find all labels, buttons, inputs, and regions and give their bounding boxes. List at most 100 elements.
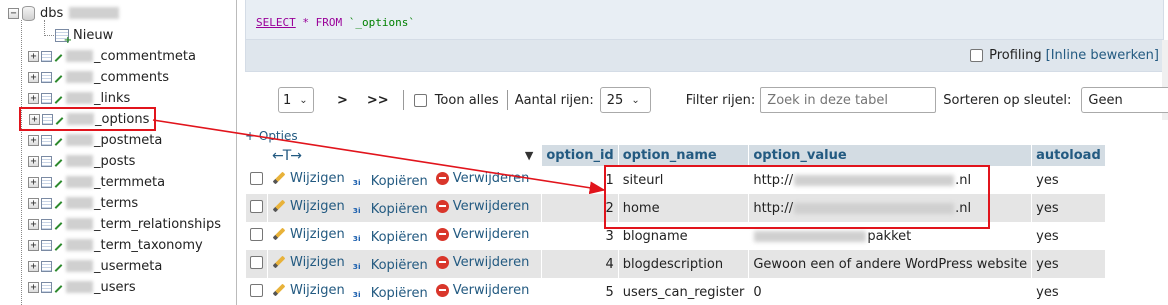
edit-button[interactable]: Wijzigen — [272, 171, 345, 186]
edit-button[interactable]: Wijzigen — [272, 283, 345, 298]
cell-option-id[interactable]: 1 — [541, 166, 619, 194]
copy-button[interactable]: ₃ᵢ Kopiëren — [353, 286, 428, 301]
expand-icon[interactable]: + — [28, 281, 39, 293]
expand-icon[interactable]: + — [28, 92, 39, 104]
column-autoload[interactable]: autoload — [1031, 145, 1106, 166]
profiling-checkbox[interactable] — [970, 49, 984, 62]
expand-icon[interactable]: + — [28, 239, 39, 251]
cell-option-value[interactable]: Gewoon een of andere WordPress website — [748, 250, 1033, 278]
inline-edit-link[interactable]: [Inline bewerken] — [1046, 48, 1159, 63]
sort-label: Sorteren op sleutel: — [943, 92, 1072, 108]
row-checkbox[interactable] — [250, 255, 263, 269]
cell-option-name[interactable]: siteurl — [617, 166, 750, 194]
table-node[interactable]: + _postmeta — [28, 130, 162, 150]
cell-option-id[interactable]: 3 — [541, 222, 619, 250]
options-link[interactable]: + Opties — [245, 129, 298, 143]
table-node[interactable]: + _term_taxonomy — [28, 235, 203, 255]
table-node[interactable]: + _users — [28, 277, 136, 297]
sort-down-icon[interactable]: ▼ — [525, 149, 533, 162]
row-checkbox[interactable] — [250, 171, 263, 185]
new-table-node[interactable]: Nieuw — [55, 25, 113, 45]
edit-button[interactable]: Wijzigen — [272, 199, 345, 214]
expand-icon[interactable]: + — [28, 218, 39, 230]
edit-label: Wijzigen — [290, 170, 345, 186]
cell-option-id[interactable]: 4 — [541, 250, 619, 278]
row-checkbox[interactable] — [250, 199, 263, 213]
cell-option-id[interactable]: 5 — [541, 278, 619, 305]
redacted-value — [754, 230, 867, 242]
divider — [402, 90, 404, 110]
collapse-icon[interactable]: − — [8, 7, 19, 19]
filter-input[interactable]: Zoek in deze tabel — [760, 87, 937, 113]
expand-icon[interactable]: + — [28, 176, 39, 188]
cell-autoload[interactable]: yes — [1031, 194, 1106, 222]
new-table-label: Nieuw — [73, 27, 114, 43]
expand-icon[interactable]: + — [28, 197, 39, 209]
delete-icon — [435, 284, 449, 298]
table-node[interactable]: + _comments — [28, 67, 169, 87]
show-all-checkbox[interactable] — [413, 93, 427, 107]
table-icon — [41, 155, 64, 167]
show-all-label: Toon alles — [434, 92, 499, 108]
db-node[interactable]: − dbs — [8, 3, 120, 23]
cell-option-name[interactable]: blogdescription — [617, 250, 750, 278]
column-option-name[interactable]: option_name — [617, 145, 750, 166]
delete-label: Verwijderen — [452, 283, 530, 299]
chevron-down-icon: ⌄ — [631, 94, 640, 106]
redacted-prefix — [66, 197, 93, 209]
expand-icon[interactable]: + — [28, 155, 39, 167]
table-node[interactable]: + _term_relationships — [28, 214, 221, 234]
table-node[interactable]: + _terms — [28, 193, 138, 213]
table-node[interactable]: + _usermeta — [28, 256, 162, 276]
delete-button[interactable]: Verwijderen — [435, 283, 530, 299]
cell-option-name[interactable]: home — [617, 194, 750, 222]
column-option-value[interactable]: option_value — [748, 145, 1033, 166]
last-page-button[interactable]: >> — [367, 93, 389, 108]
copy-button[interactable]: ₃ᵢ Kopiëren — [353, 258, 428, 273]
column-resize-arrows-icon[interactable]: ←T→ — [272, 148, 302, 164]
sort-select[interactable]: Geen — [1081, 87, 1168, 113]
cell-autoload[interactable]: yes — [1031, 222, 1106, 250]
table-node[interactable]: + _posts — [28, 151, 135, 171]
table-node[interactable]: + _termmeta — [28, 172, 165, 192]
rows-select[interactable]: 25 ⌄ — [599, 87, 651, 113]
cell-option-value[interactable]: pakket — [748, 222, 1033, 250]
expand-icon[interactable]: + — [28, 134, 39, 146]
db-name: dbs — [40, 5, 64, 21]
cell-autoload[interactable]: yes — [1031, 278, 1106, 305]
row-checkbox[interactable] — [250, 227, 263, 241]
delete-button[interactable]: Verwijderen — [435, 255, 529, 270]
cell-option-value[interactable]: http:// .nl — [748, 194, 1033, 222]
option-value-suffix: .nl — [955, 200, 972, 216]
cell-autoload[interactable]: yes — [1031, 250, 1106, 278]
delete-button[interactable]: Verwijderen — [435, 199, 529, 214]
copy-icon: ₃ᵢ — [352, 258, 361, 273]
table-icon — [42, 113, 65, 125]
sql-select-keyword[interactable]: SELECT — [256, 16, 296, 29]
cell-option-name[interactable]: users_can_register — [617, 278, 750, 305]
copy-button[interactable]: ₃ᵢ Kopiëren — [353, 230, 428, 245]
table-node[interactable]: + _links — [28, 88, 130, 108]
edit-button[interactable]: Wijzigen — [272, 255, 345, 270]
cell-option-id[interactable]: 2 — [541, 194, 619, 222]
column-option-id[interactable]: option_id — [541, 145, 619, 166]
table-node-selected[interactable]: + _options — [19, 107, 157, 131]
delete-button[interactable]: Verwijderen — [435, 171, 529, 186]
copy-button[interactable]: ₃ᵢ Kopiëren — [353, 174, 428, 189]
table-node[interactable]: + _commentmeta — [28, 46, 196, 66]
copy-button[interactable]: ₃ᵢ Kopiëren — [353, 202, 428, 217]
expand-icon[interactable]: + — [28, 50, 39, 62]
next-page-button[interactable]: > — [337, 93, 348, 108]
delete-button[interactable]: Verwijderen — [435, 227, 529, 242]
edit-label: Wijzigen — [290, 226, 345, 242]
cell-option-value[interactable]: 0 — [748, 278, 1033, 305]
expand-icon[interactable]: + — [29, 113, 40, 125]
cell-option-value[interactable]: http:// .nl — [748, 166, 1033, 194]
cell-option-name[interactable]: blogname — [617, 222, 750, 250]
expand-icon[interactable]: + — [28, 260, 39, 272]
expand-icon[interactable]: + — [28, 71, 39, 83]
edit-button[interactable]: Wijzigen — [272, 227, 345, 242]
row-checkbox[interactable] — [250, 283, 263, 297]
cell-autoload[interactable]: yes — [1031, 166, 1106, 194]
page-select[interactable]: 1 ⌄ — [278, 87, 314, 113]
